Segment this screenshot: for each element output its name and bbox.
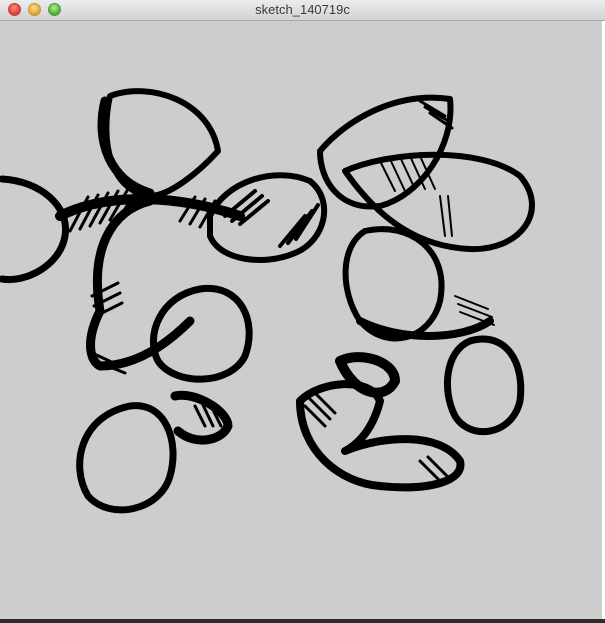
sketch-drawing	[0, 88, 535, 514]
stroke-loop-right-lower	[443, 335, 525, 435]
window-title: sketch_140719c	[255, 2, 350, 17]
stroke-loop-top-right-b	[342, 151, 535, 253]
desktop-strip	[0, 619, 605, 623]
stroke-loop-mid-left	[86, 196, 195, 371]
stroke-loop-lower-right	[296, 380, 465, 492]
title-bar[interactable]: sketch_140719c	[0, 0, 605, 21]
stroke-loop-left-edge	[0, 175, 70, 284]
sketch-canvas[interactable]	[0, 21, 605, 623]
app-window: sketch_140719c	[0, 0, 605, 623]
stroke-loop-lower-left	[76, 402, 177, 514]
stroke-loop-center	[150, 284, 253, 383]
